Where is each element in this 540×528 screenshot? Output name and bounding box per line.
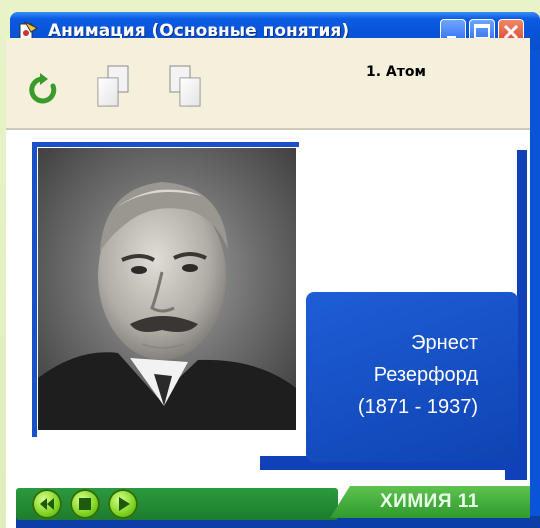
slide-title: 1. Атом (366, 64, 426, 80)
stop-icon (79, 498, 91, 510)
toolbar (6, 38, 530, 130)
refresh-icon[interactable] (26, 72, 62, 108)
rewind-button[interactable] (32, 489, 62, 519)
page-right-icon[interactable] (168, 64, 204, 110)
portrait-photo (38, 148, 296, 430)
rewind-icon (40, 498, 54, 510)
portrait-illustration (38, 148, 296, 430)
caption-line-name: Эрнест (411, 332, 478, 354)
stop-button[interactable] (70, 489, 100, 519)
caption-box: Эрнест Резерфорд (1871 - 1937) (306, 292, 518, 462)
caption-line-surname: Резерфорд (373, 364, 478, 386)
play-icon (119, 497, 130, 511)
nav-panel (16, 488, 338, 520)
brand-text: ХИМИЯ 11 (380, 491, 479, 512)
page-left-icon[interactable] (96, 64, 132, 110)
caption-line-years: (1871 - 1937) (357, 396, 478, 418)
play-button[interactable] (108, 489, 138, 519)
